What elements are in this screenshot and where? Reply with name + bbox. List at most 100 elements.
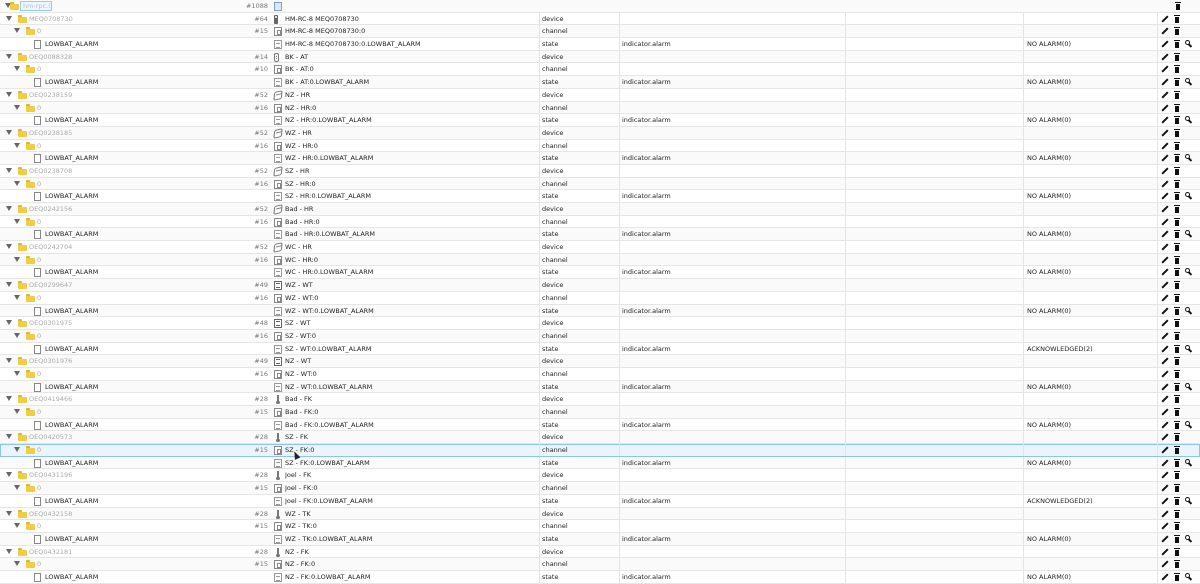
- tree-row-state[interactable]: LOWBAT_ALARM NZ - WT:0.LOWBAT_ALARM state i…: [0, 380, 1200, 394]
- object-id[interactable]: OEQ0242704: [29, 241, 229, 253]
- collapse-icon[interactable]: [14, 370, 20, 376]
- tree-row-channel[interactable]: 0 #15 SZ - FK:0 channel: [0, 444, 1200, 457]
- edit-icon[interactable]: [1161, 535, 1169, 543]
- edit-icon[interactable]: [1161, 53, 1169, 61]
- tree-row-channel[interactable]: 0 #16 NZ - WT:0 channel: [0, 367, 1200, 381]
- delete-icon[interactable]: [1173, 534, 1181, 543]
- object-id[interactable]: 0: [37, 63, 237, 75]
- tree-row-device[interactable]: OEQ0432181 #28 NZ - FK device: [0, 545, 1200, 559]
- tree-row-channel[interactable]: 0 #15 HM-RC-8 MEQ0708730:0 channel: [0, 25, 1200, 39]
- edit-icon[interactable]: [1161, 560, 1169, 568]
- delete-icon[interactable]: [1173, 547, 1181, 556]
- collapse-icon[interactable]: [14, 28, 20, 34]
- tree-row-device[interactable]: OEQ0088328 #14 BK - AT device: [0, 50, 1200, 64]
- collapse-icon[interactable]: [14, 256, 20, 262]
- tree-row-device[interactable]: OEQ0431196 #28 Joel - FK device: [0, 469, 1200, 483]
- tree-row-channel[interactable]: 0 #16 WZ - HR:0 channel: [0, 139, 1200, 153]
- delete-icon[interactable]: [1173, 395, 1181, 404]
- edit-icon[interactable]: [1161, 78, 1169, 86]
- tree-row-channel[interactable]: 0 #15 WZ - TK:0 channel: [0, 520, 1200, 533]
- delete-icon[interactable]: [1173, 192, 1181, 201]
- collapse-icon[interactable]: [6, 15, 12, 21]
- wrench-icon[interactable]: [1185, 154, 1193, 162]
- delete-icon[interactable]: [1173, 103, 1181, 112]
- tree-row-state[interactable]: LOWBAT_ALARM NZ - FK:0.LOWBAT_ALARM state i…: [0, 570, 1200, 584]
- wrench-icon[interactable]: [1185, 78, 1193, 86]
- edit-icon[interactable]: [1161, 27, 1169, 35]
- tree-row-device[interactable]: OEQ0301976 #49 NZ - WT device: [0, 355, 1200, 368]
- tree-row-state[interactable]: LOWBAT_ALARM SZ - HR:0.LOWBAT_ALARM state i…: [0, 190, 1200, 203]
- object-id[interactable]: LOWBAT_ALARM: [45, 190, 245, 202]
- delete-icon[interactable]: [1173, 40, 1181, 49]
- collapse-icon[interactable]: [6, 472, 12, 478]
- collapse-icon[interactable]: [14, 294, 20, 300]
- tree-row-channel[interactable]: 0 #16 WZ - WT:0 channel: [0, 291, 1200, 305]
- object-id[interactable]: LOWBAT_ALARM: [45, 152, 245, 164]
- edit-icon[interactable]: [1161, 433, 1169, 441]
- object-id[interactable]: LOWBAT_ALARM: [45, 114, 245, 126]
- object-id[interactable]: LOWBAT_ALARM: [45, 76, 245, 88]
- wrench-icon[interactable]: [1185, 420, 1193, 429]
- collapse-icon[interactable]: [6, 167, 12, 173]
- edit-icon[interactable]: [1161, 129, 1169, 137]
- collapse-icon[interactable]: [6, 244, 12, 250]
- tree-row-state[interactable]: LOWBAT_ALARM SZ - WT:0.LOWBAT_ALARM state i…: [0, 342, 1200, 356]
- edit-icon[interactable]: [1161, 218, 1169, 226]
- delete-icon[interactable]: [1173, 90, 1181, 99]
- wrench-icon[interactable]: [1185, 496, 1193, 505]
- object-id[interactable]: OEQ0420573: [29, 431, 229, 443]
- delete-icon[interactable]: [1173, 433, 1181, 442]
- edit-icon[interactable]: [1161, 205, 1169, 213]
- delete-icon[interactable]: [1173, 369, 1181, 378]
- edit-icon[interactable]: [1161, 154, 1169, 162]
- tree-row-device[interactable]: OEQ0242156 #52 Bad - HR device: [0, 203, 1200, 216]
- object-id[interactable]: LOWBAT_ALARM: [45, 419, 245, 431]
- collapse-icon[interactable]: [14, 332, 20, 338]
- tree-row-state[interactable]: LOWBAT_ALARM Joel - FK:0.LOWBAT_ALARM stat…: [0, 494, 1200, 508]
- object-id[interactable]: 0: [37, 254, 237, 266]
- delete-icon[interactable]: [1173, 509, 1181, 518]
- tree-row-state[interactable]: LOWBAT_ALARM SZ - FK:0.LOWBAT_ALARM state i…: [0, 456, 1200, 470]
- edit-icon[interactable]: [1161, 243, 1169, 251]
- delete-icon[interactable]: [1173, 205, 1181, 213]
- tree-row-state[interactable]: LOWBAT_ALARM HM-RC-8 MEQ0708730:0.LOWBAT_…: [0, 38, 1200, 51]
- object-id[interactable]: OEQ0301976: [29, 355, 229, 367]
- tree-row-state[interactable]: LOWBAT_ALARM WZ - TK:0.LOWBAT_ALARM state i…: [0, 532, 1200, 546]
- edit-icon[interactable]: [1161, 319, 1169, 327]
- tree-row-device[interactable]: OEQ0432158 #28 WZ - TK device: [0, 507, 1200, 521]
- object-id[interactable]: OEQ0242156: [29, 203, 229, 215]
- object-id[interactable]: LOWBAT_ALARM: [45, 457, 245, 469]
- collapse-icon[interactable]: [14, 561, 20, 567]
- delete-icon[interactable]: [1173, 560, 1181, 569]
- object-id[interactable]: 0: [37, 520, 237, 532]
- object-id[interactable]: OEQ0432181: [29, 546, 229, 558]
- wrench-icon[interactable]: [1185, 116, 1193, 124]
- delete-icon[interactable]: [1173, 471, 1181, 480]
- wrench-icon[interactable]: [1185, 458, 1193, 467]
- object-id[interactable]: 0: [37, 444, 237, 456]
- edit-icon[interactable]: [1161, 281, 1169, 289]
- object-id[interactable]: OEQ0301975: [29, 317, 229, 329]
- object-id[interactable]: 0: [37, 25, 237, 37]
- collapse-icon[interactable]: [6, 282, 12, 288]
- edit-icon[interactable]: [1161, 15, 1169, 23]
- tree-row-channel[interactable]: 0 #16 NZ - HR:0 channel: [0, 101, 1200, 115]
- edit-icon[interactable]: [1161, 307, 1169, 315]
- edit-icon[interactable]: [1161, 395, 1169, 403]
- edit-icon[interactable]: [1161, 357, 1169, 365]
- edit-icon[interactable]: [1161, 471, 1169, 479]
- collapse-icon[interactable]: [14, 409, 20, 414]
- delete-icon[interactable]: [1173, 166, 1181, 175]
- wrench-icon[interactable]: [1185, 192, 1193, 200]
- object-id[interactable]: MEQ0708730: [29, 13, 229, 25]
- delete-icon[interactable]: [1173, 230, 1181, 239]
- edit-icon[interactable]: [1161, 116, 1169, 124]
- collapse-icon[interactable]: [14, 66, 20, 72]
- delete-icon[interactable]: [1173, 408, 1181, 416]
- edit-icon[interactable]: [1161, 573, 1169, 581]
- delete-icon[interactable]: [1173, 572, 1181, 581]
- delete-icon[interactable]: [1173, 179, 1181, 188]
- wrench-icon[interactable]: [1185, 534, 1193, 543]
- delete-icon[interactable]: [1173, 281, 1181, 290]
- collapse-icon[interactable]: [6, 358, 12, 364]
